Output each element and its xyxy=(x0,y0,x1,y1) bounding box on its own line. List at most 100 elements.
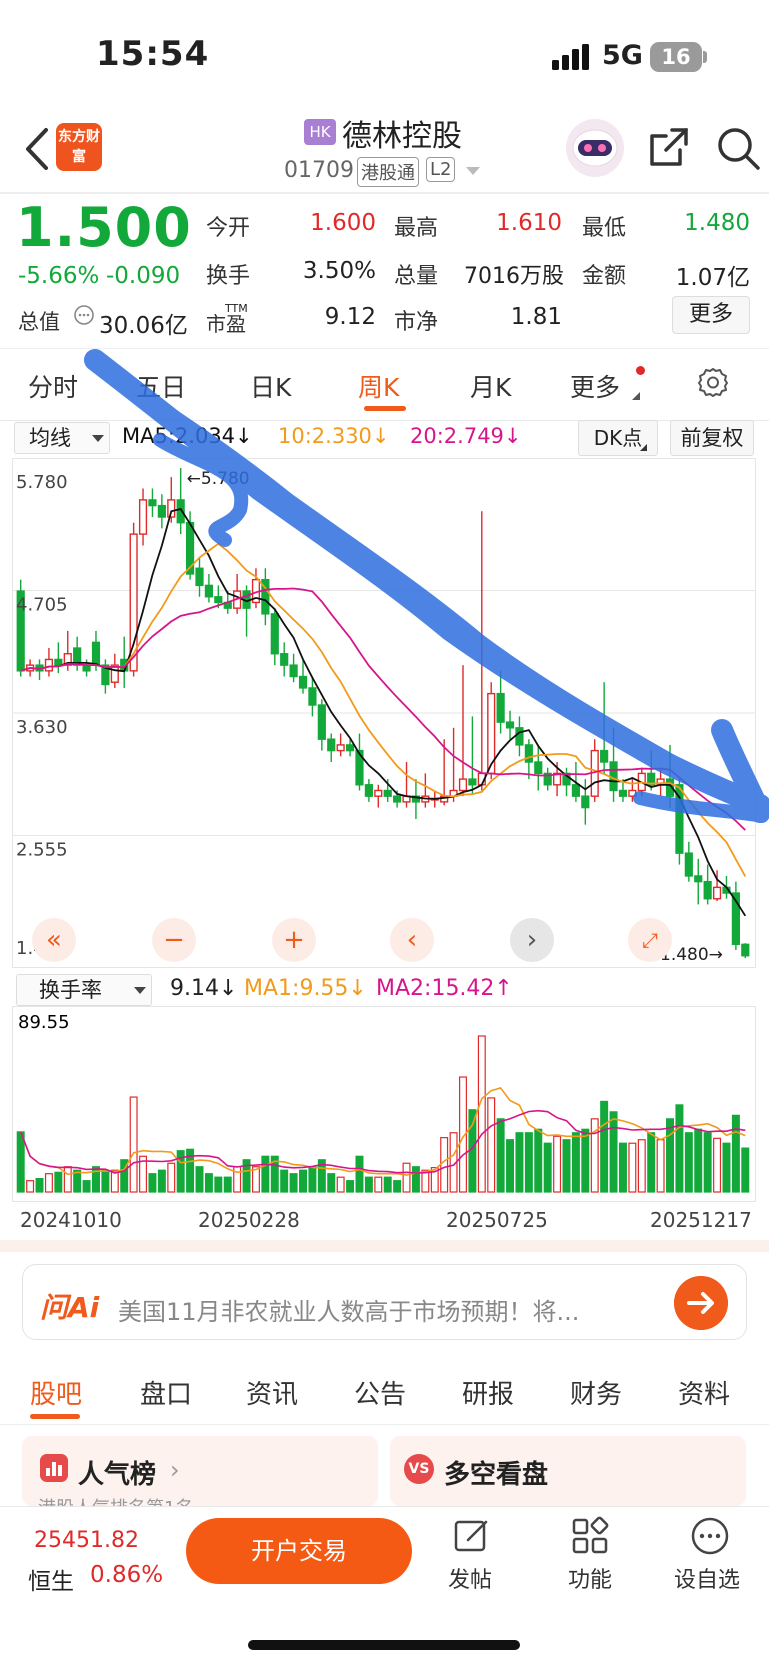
arrow-right-icon[interactable] xyxy=(674,1276,728,1330)
date-label: 20251217 xyxy=(650,1208,752,1232)
market-badge: HK xyxy=(304,119,336,145)
ai-logo: 问Ai xyxy=(40,1291,100,1324)
turnover-bar xyxy=(637,1139,646,1193)
candle-body xyxy=(571,784,580,797)
price-tick-label: 3.630 xyxy=(16,717,68,738)
candle-body xyxy=(534,761,543,775)
tab-week-k[interactable]: 周K xyxy=(358,368,399,404)
corner-triangle-icon xyxy=(632,392,640,400)
corner-triangle-icon xyxy=(640,444,647,451)
tab-finance[interactable]: 财务 xyxy=(570,1374,622,1411)
ai-prompt-text[interactable]: 美国11月非农就业人数高于市场预期！将... xyxy=(118,1292,638,1327)
bar-chart-icon xyxy=(40,1454,68,1482)
network-type: 5G xyxy=(602,40,643,71)
tab-more[interactable]: 更多 xyxy=(570,368,620,404)
candle-body xyxy=(628,789,637,797)
turnover-bar xyxy=(327,1173,336,1193)
pb-value: 1.81 xyxy=(510,304,562,330)
market-cap-label: 总值 xyxy=(18,310,60,334)
tab-profile[interactable]: 资料 xyxy=(678,1374,730,1411)
high-value: 1.610 xyxy=(496,210,562,236)
open-label: 今开 xyxy=(206,216,251,241)
turnover-bar xyxy=(713,1137,722,1193)
stock-code[interactable]: 01709 xyxy=(284,158,354,183)
pb-label: 市净 xyxy=(394,310,439,335)
turnover-bar xyxy=(477,1035,486,1193)
search-icon[interactable] xyxy=(714,124,762,172)
assistant-robot-icon[interactable] xyxy=(565,118,625,178)
sub-indicator-select[interactable]: 换手率 xyxy=(16,974,152,1006)
price-tick-label: 5.780 xyxy=(16,472,68,493)
turnover-bar xyxy=(600,1100,609,1193)
tab-intraday[interactable]: 分时 xyxy=(28,368,78,404)
turnover-chart[interactable]: 89.55 xyxy=(12,1006,756,1202)
long-short-title: 多空看盘 xyxy=(444,1460,549,1490)
candle-body xyxy=(458,778,468,792)
turnover-bar xyxy=(299,1169,308,1193)
candle xyxy=(741,943,750,958)
turnover-bar xyxy=(741,1147,750,1193)
tab-pankou[interactable]: 盘口 xyxy=(140,1374,192,1411)
turnover-bar xyxy=(506,1139,515,1193)
candle-body xyxy=(468,778,477,786)
turnover-bar xyxy=(214,1176,223,1193)
home-indicator xyxy=(248,1640,520,1650)
post-label[interactable]: 发帖 xyxy=(448,1562,492,1594)
chevron-right-icon: › xyxy=(170,1456,180,1484)
tab-guba[interactable]: 股吧 xyxy=(30,1374,82,1411)
turnover-bar xyxy=(562,1139,571,1193)
turnover-rate-value: 9.14↓ xyxy=(170,976,238,1001)
candle-body xyxy=(703,880,712,900)
battery-icon: 16 xyxy=(650,42,702,72)
pe-ttm-superscript: TTM xyxy=(225,302,248,315)
fullscreen-button[interactable]: ⤢ xyxy=(628,918,672,962)
candle-body xyxy=(515,727,524,746)
tab-month-k[interactable]: 月K xyxy=(470,368,511,404)
turnover-bar xyxy=(440,1137,449,1193)
more-quote-button[interactable]: 更多 xyxy=(672,296,750,334)
turnover-bar xyxy=(346,1180,355,1193)
open-account-trade-button[interactable]: 开户交易 xyxy=(186,1518,412,1584)
turnover-bar xyxy=(195,1166,204,1193)
tab-news[interactable]: 资讯 xyxy=(246,1374,298,1411)
rewind-button[interactable]: « xyxy=(32,918,76,962)
hsi-index-value[interactable]: 25451.82 xyxy=(34,1528,139,1553)
next-button[interactable]: › xyxy=(510,918,554,962)
vs-icon: VS xyxy=(404,1454,434,1484)
edit-post-icon[interactable] xyxy=(452,1516,492,1556)
turnover-bar xyxy=(609,1111,618,1193)
gear-icon[interactable] xyxy=(697,366,729,398)
zoom-in-button[interactable]: + xyxy=(272,918,316,962)
low-label: 最低 xyxy=(582,216,627,241)
info-bubble-icon[interactable] xyxy=(73,304,95,326)
turnover-bar xyxy=(515,1132,524,1193)
turnover-bar xyxy=(204,1173,213,1193)
watchlist-label[interactable]: 设自选 xyxy=(674,1562,740,1594)
adjust-mode-button[interactable]: 前复权 xyxy=(670,420,754,456)
candle-body xyxy=(618,789,628,797)
chevron-down-icon[interactable] xyxy=(466,167,480,175)
candle-body xyxy=(44,658,54,672)
stock-name: 德林控股 xyxy=(342,119,462,154)
status-time: 15:54 xyxy=(96,34,210,74)
tab-five-day[interactable]: 五日 xyxy=(136,368,186,404)
weekly-k-chart[interactable]: 5.7804.7053.6302.5551.480←5.7801.480→ xyxy=(12,458,756,968)
divider xyxy=(0,348,769,349)
tab-research[interactable]: 研报 xyxy=(462,1374,514,1411)
hsi-label[interactable]: 恒生 xyxy=(28,1562,74,1596)
price-tick-label: 2.555 xyxy=(16,840,68,861)
candle-body xyxy=(214,596,223,604)
previous-button[interactable]: ‹ xyxy=(390,918,434,962)
tag-level2: L2 xyxy=(426,157,456,182)
turnover-bar xyxy=(129,1096,138,1193)
more-dots-icon[interactable] xyxy=(690,1516,730,1556)
hsi-change[interactable]: 0.86% xyxy=(90,1562,163,1588)
back-icon[interactable] xyxy=(18,124,58,174)
tab-day-k[interactable]: 日K xyxy=(250,368,291,404)
grid-function-icon[interactable] xyxy=(570,1516,610,1556)
share-icon[interactable] xyxy=(646,124,692,170)
zoom-out-button[interactable]: − xyxy=(152,918,196,962)
candle-body xyxy=(741,943,750,957)
tab-notice[interactable]: 公告 xyxy=(354,1374,406,1411)
function-label[interactable]: 功能 xyxy=(568,1562,612,1594)
